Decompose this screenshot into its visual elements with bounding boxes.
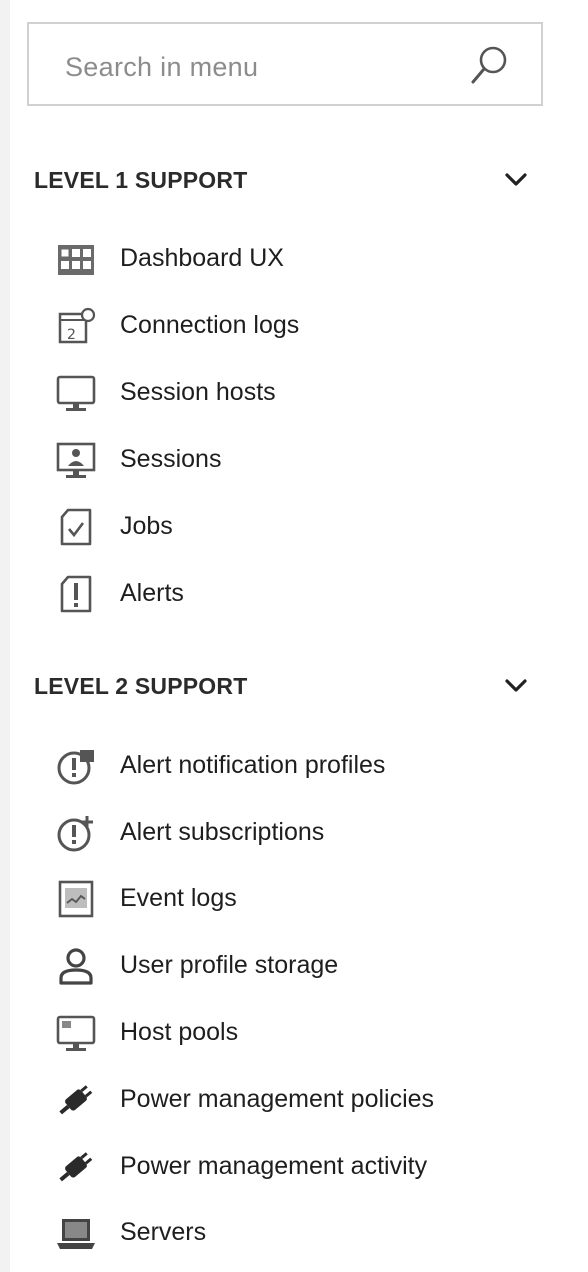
menu-item-alert-notification-profiles[interactable]: Alert notification profiles xyxy=(10,738,588,794)
chevron-down-icon[interactable] xyxy=(503,673,529,699)
session-user-icon xyxy=(54,440,98,480)
section-header-level-2[interactable]: LEVEL 2 SUPPORT xyxy=(10,661,588,711)
dashboard-grid-icon xyxy=(54,239,98,279)
menu-item-label: Dashboard UX xyxy=(120,244,284,272)
menu-item-alerts[interactable]: Alerts xyxy=(10,566,588,622)
menu-item-dashboard-ux[interactable]: Dashboard UX xyxy=(10,231,588,287)
svg-text:2: 2 xyxy=(67,327,76,343)
section-header-level-1[interactable]: LEVEL 1 SUPPORT xyxy=(10,155,588,205)
menu-item-label: Power management activity xyxy=(120,1152,428,1180)
alert-document-icon xyxy=(54,574,98,614)
alert-notification-icon xyxy=(54,746,98,786)
section-title-level-2: LEVEL 2 SUPPORT xyxy=(34,673,248,699)
menu-item-label: Alert subscriptions xyxy=(120,818,325,846)
connection-log-icon: 2 xyxy=(54,306,98,346)
menu-item-power-management-policies[interactable]: Power management policies xyxy=(10,1072,588,1128)
laptop-server-icon xyxy=(54,1213,98,1253)
host-pool-icon xyxy=(54,1013,98,1053)
chevron-down-icon[interactable] xyxy=(503,167,529,193)
menu-item-event-logs[interactable]: Event logs xyxy=(10,871,588,927)
menu-item-alert-subscriptions[interactable]: Alert subscriptions xyxy=(10,805,588,861)
search-placeholder: Search in menu xyxy=(65,52,259,82)
menu-item-label: Jobs xyxy=(120,512,173,540)
menu-item-label: Alerts xyxy=(120,579,184,607)
job-check-icon xyxy=(54,507,98,547)
menu-item-host-pools[interactable]: Host pools xyxy=(10,1005,588,1061)
menu-item-connection-logs[interactable]: 2 Connection logs xyxy=(10,298,588,354)
menu-item-power-management-activity[interactable]: Power management activity xyxy=(10,1139,588,1195)
event-log-icon xyxy=(54,879,98,919)
search-input[interactable]: Search in menu xyxy=(27,22,543,106)
power-plug-icon xyxy=(54,1080,98,1120)
menu-item-label: Event logs xyxy=(120,884,237,912)
navigation-menu-panel: Search in menu LEVEL 1 SUPPORT Dashboard… xyxy=(10,0,588,1272)
menu-item-label: Connection logs xyxy=(120,311,300,339)
menu-item-label: Alert notification profiles xyxy=(120,751,386,779)
menu-item-jobs[interactable]: Jobs xyxy=(10,499,588,555)
section-title-level-1: LEVEL 1 SUPPORT xyxy=(34,167,248,193)
menu-item-label: Servers xyxy=(120,1218,207,1246)
user-profile-icon xyxy=(54,946,98,986)
menu-item-label: Sessions xyxy=(120,445,222,473)
search-icon[interactable] xyxy=(467,42,513,88)
menu-item-servers[interactable]: Servers xyxy=(10,1205,588,1261)
power-plug-icon xyxy=(54,1147,98,1187)
menu-item-label: Power management policies xyxy=(120,1085,435,1113)
menu-item-label: User profile storage xyxy=(120,951,339,979)
monitor-icon xyxy=(54,373,98,413)
menu-item-label: Host pools xyxy=(120,1018,239,1046)
menu-item-user-profile-storage[interactable]: User profile storage xyxy=(10,938,588,994)
menu-item-sessions[interactable]: Sessions xyxy=(10,432,588,488)
menu-item-label: Session hosts xyxy=(120,378,276,406)
alert-subscription-icon xyxy=(54,813,98,853)
menu-item-session-hosts[interactable]: Session hosts xyxy=(10,365,588,421)
